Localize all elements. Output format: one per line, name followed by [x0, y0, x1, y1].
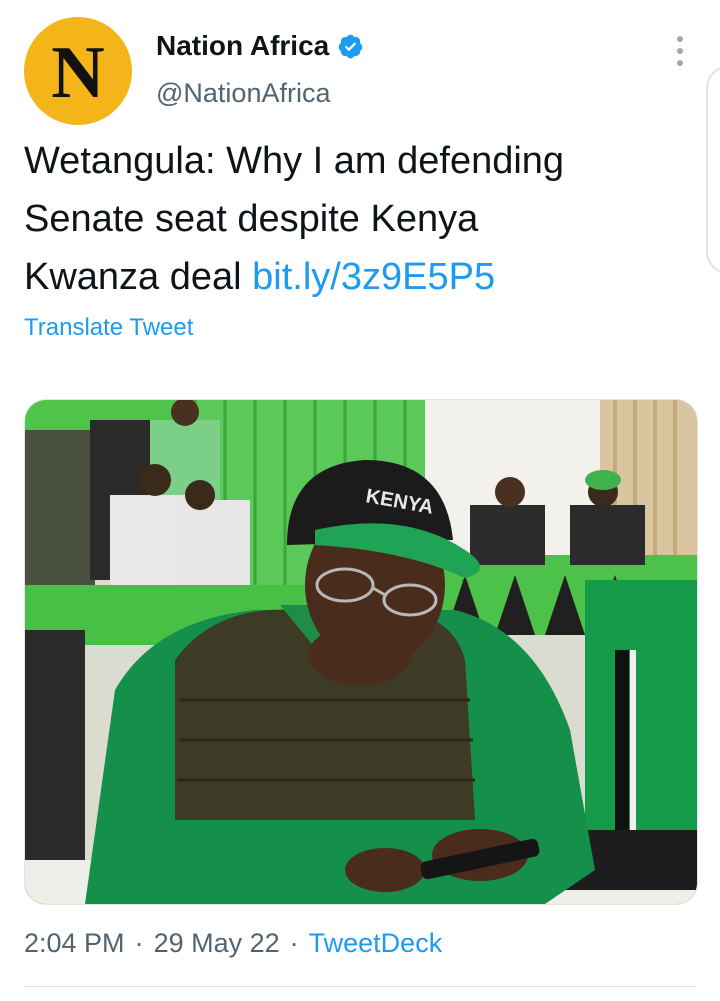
more-dot	[677, 36, 683, 42]
verified-badge-icon	[338, 34, 363, 58]
tweet-meta: 2:04 PM · 29 May 22 · TweetDeck	[24, 928, 442, 959]
author-display-name[interactable]: Nation Africa	[156, 30, 329, 62]
photo-illustration: KENYA	[25, 400, 697, 904]
avatar-letter: N	[51, 32, 105, 114]
tweet-link[interactable]: bit.ly/3z9E5P5	[252, 256, 495, 298]
meta-separator: ·	[134, 928, 144, 958]
more-dot	[677, 60, 683, 66]
tweet-date[interactable]: 29 May 22	[154, 928, 280, 959]
meta-separator: ·	[289, 928, 299, 958]
avatar[interactable]: N	[24, 17, 132, 125]
tweet-time[interactable]: 2:04 PM	[24, 928, 125, 959]
author-handle[interactable]: @NationAfrica	[156, 78, 330, 109]
tweet-text-segment: Kwanza deal	[24, 256, 253, 298]
peek-card-edge	[706, 66, 720, 274]
divider	[24, 986, 696, 987]
tweet-text-line: Kwanza deal bit.ly/3z9E5P5	[24, 248, 684, 306]
more-options-icon[interactable]	[672, 36, 688, 66]
translate-tweet-link[interactable]: Translate Tweet	[24, 314, 193, 342]
tweet-text: Wetangula: Why I am defending Senate sea…	[24, 132, 684, 306]
more-dot	[677, 48, 683, 54]
tweet-text-line: Senate seat despite Kenya	[24, 198, 479, 240]
tweet-text-line: Wetangula: Why I am defending	[24, 140, 565, 182]
tweet-source[interactable]: TweetDeck	[309, 928, 443, 959]
tweet-photo[interactable]: KENYA	[24, 399, 698, 905]
author-name-row[interactable]: Nation Africa	[156, 30, 364, 62]
